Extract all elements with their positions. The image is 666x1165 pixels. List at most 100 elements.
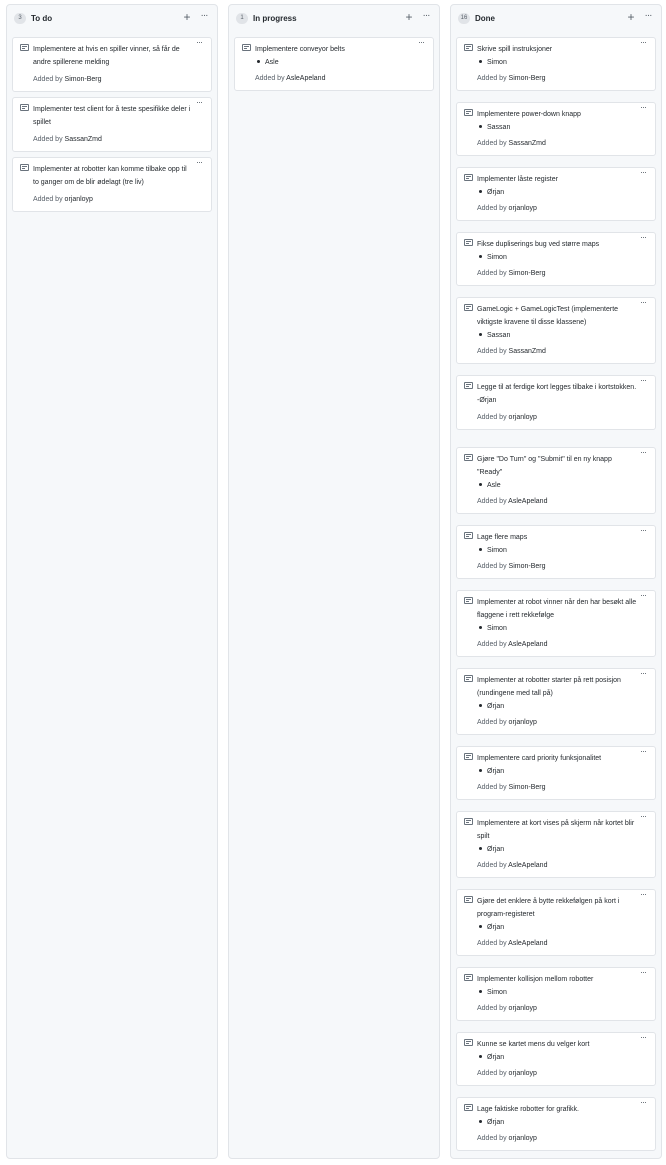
card[interactable]: ··· GameLogic + GameLogicTest (implemente… (456, 297, 656, 364)
card[interactable]: ··· Implementer at robotter kan komme til… (12, 157, 212, 212)
card-title[interactable]: Implementer låste register (477, 173, 637, 186)
added-by-label: Added by (255, 75, 285, 82)
card-title[interactable]: Implementere card priority funksjonalite… (477, 752, 637, 765)
added-by-user-link[interactable]: Simon-Berg (65, 76, 102, 83)
card-title[interactable]: Implementer at robotter kan komme tilbak… (33, 163, 193, 189)
more-horizontal-icon[interactable]: ··· (641, 10, 655, 24)
added-by-user-link[interactable]: SassanZmd (509, 140, 546, 147)
added-by-user-link[interactable]: orjanloyp (509, 205, 537, 212)
card[interactable]: ··· Implementere at kort vises på skjerm … (456, 811, 656, 878)
more-horizontal-icon[interactable]: ··· (414, 38, 428, 48)
more-horizontal-icon[interactable]: ··· (636, 298, 650, 308)
card-title[interactable]: Implementer test client for å teste spes… (33, 103, 193, 129)
card-title[interactable]: Implementere power-down knapp (477, 108, 637, 121)
added-by-user-link[interactable]: AsleApeland (508, 498, 547, 505)
card[interactable]: ··· Fikse dupliserings bug ved større map… (456, 232, 656, 286)
plus-icon[interactable]: + (625, 10, 637, 24)
more-horizontal-icon[interactable]: ··· (636, 591, 650, 601)
card[interactable]: ··· Lage flere maps Simon Added by Simon-Be… (456, 525, 656, 579)
added-by-label: Added by (477, 498, 507, 505)
card[interactable]: ··· Implementer at robotter starter på re… (456, 668, 656, 735)
added-by-user-link[interactable]: AsleApeland (508, 862, 547, 869)
plus-icon[interactable]: + (181, 10, 193, 24)
more-horizontal-icon[interactable]: ··· (636, 890, 650, 900)
card-title[interactable]: Implementer at robot vinner når den har … (477, 596, 637, 622)
added-by-user-link[interactable]: orjanloyp (65, 196, 93, 203)
more-horizontal-icon[interactable]: ··· (636, 448, 650, 458)
card-title[interactable]: Implementere conveyor belts (255, 43, 415, 56)
card[interactable]: ··· Implementere at hvis en spiller vinne… (12, 37, 212, 92)
card[interactable]: ··· Implementer test client for å teste s… (12, 97, 212, 152)
more-horizontal-icon[interactable]: ··· (636, 1098, 650, 1108)
added-by-label: Added by (33, 196, 63, 203)
added-by-user-link[interactable]: SassanZmd (509, 348, 546, 355)
card[interactable]: ··· Skrive spill instruksjoner Simon Added … (456, 37, 656, 91)
card-title[interactable]: Gjøre "Do Turn" og "Submit" til en ny kn… (477, 453, 637, 479)
card[interactable]: ··· Implementere conveyor belts Asle Added … (234, 37, 434, 91)
more-horizontal-icon[interactable]: ··· (636, 747, 650, 757)
card-added-by: Added by orjanloyp (477, 204, 537, 214)
added-by-user-link[interactable]: AsleApeland (286, 75, 325, 82)
card-assignee: Ørjan (477, 702, 504, 712)
card-added-by: Added by AsleApeland (477, 939, 547, 949)
added-by-user-link[interactable]: orjanloyp (509, 1005, 537, 1012)
note-icon (464, 1039, 473, 1046)
card-title[interactable]: GameLogic + GameLogicTest (implementerte… (477, 303, 637, 329)
card-title[interactable]: Skrive spill instruksjoner (477, 43, 637, 56)
card[interactable]: ··· Gjøre det enklere å bytte rekkefølgen… (456, 889, 656, 956)
plus-icon[interactable]: + (403, 10, 415, 24)
card[interactable]: ··· Legge til at ferdige kort legges tilb… (456, 375, 656, 430)
more-horizontal-icon[interactable]: ··· (636, 38, 650, 48)
added-by-user-link[interactable]: Simon-Berg (509, 270, 546, 277)
card-title[interactable]: Lage faktiske robotter for grafikk. (477, 1103, 637, 1116)
more-horizontal-icon[interactable]: ··· (192, 158, 206, 168)
added-by-user-link[interactable]: orjanloyp (509, 1070, 537, 1077)
card[interactable]: ··· Kunne se kartet mens du velger kort Ør… (456, 1032, 656, 1086)
added-by-user-link[interactable]: Simon-Berg (509, 563, 546, 570)
card-title[interactable]: Implementere at hvis en spiller vinner, … (33, 43, 193, 69)
card[interactable]: ··· Implementer låste register Ørjan Added … (456, 167, 656, 221)
card-title[interactable]: Implementer at robotter starter på rett … (477, 674, 637, 700)
more-horizontal-icon[interactable]: ··· (636, 376, 650, 386)
added-by-user-link[interactable]: AsleApeland (508, 641, 547, 648)
card-added-by: Added by orjanloyp (477, 1134, 537, 1144)
more-horizontal-icon[interactable]: ··· (192, 98, 206, 108)
added-by-user-link[interactable]: Simon-Berg (509, 784, 546, 791)
added-by-user-link[interactable]: SassanZmd (65, 136, 102, 143)
more-horizontal-icon[interactable]: ··· (636, 812, 650, 822)
added-by-user-link[interactable]: orjanloyp (509, 1135, 537, 1142)
card-title[interactable]: Legge til at ferdige kort legges tilbake… (477, 381, 637, 407)
card-title[interactable]: Gjøre det enklere å bytte rekkefølgen på… (477, 895, 637, 921)
more-horizontal-icon[interactable]: ··· (636, 526, 650, 536)
card-title[interactable]: Lage flere maps (477, 531, 637, 544)
more-horizontal-icon[interactable]: ··· (192, 38, 206, 48)
added-by-label: Added by (33, 76, 63, 83)
added-by-user-link[interactable]: orjanloyp (509, 414, 537, 421)
more-horizontal-icon[interactable]: ··· (419, 10, 433, 24)
card-added-by: Added by SassanZmd (477, 347, 546, 357)
more-horizontal-icon[interactable]: ··· (636, 1033, 650, 1043)
card[interactable]: ··· Lage faktiske robotter for grafikk. Ør… (456, 1097, 656, 1151)
card[interactable]: ··· Implementer kollisjon mellom robotter… (456, 967, 656, 1021)
card-assignee: Sassan (477, 331, 510, 341)
more-horizontal-icon[interactable]: ··· (636, 103, 650, 113)
more-horizontal-icon[interactable]: ··· (636, 233, 650, 243)
card[interactable]: ··· Implementere power-down knapp Sassan Ad… (456, 102, 656, 156)
more-horizontal-icon[interactable]: ··· (636, 669, 650, 679)
card-title[interactable]: Kunne se kartet mens du velger kort (477, 1038, 637, 1051)
card[interactable]: ··· Implementere card priority funksjonal… (456, 746, 656, 800)
more-horizontal-icon[interactable]: ··· (636, 168, 650, 178)
card[interactable]: ··· Implementer at robot vinner når den h… (456, 590, 656, 657)
added-by-user-link[interactable]: orjanloyp (509, 719, 537, 726)
more-horizontal-icon[interactable]: ··· (197, 10, 211, 24)
card-title[interactable]: Fikse dupliserings bug ved større maps (477, 238, 637, 251)
added-by-user-link[interactable]: Simon-Berg (509, 75, 546, 82)
card[interactable]: ··· Gjøre "Do Turn" og "Submit" til en ny… (456, 447, 656, 514)
more-horizontal-icon[interactable]: ··· (636, 968, 650, 978)
bullet-icon (479, 847, 482, 851)
card-assignee: Simon (477, 624, 507, 634)
card-title[interactable]: Implementere at kort vises på skjerm når… (477, 817, 637, 843)
assignee-name: Simon (487, 59, 507, 66)
card-title[interactable]: Implementer kollisjon mellom robotter (477, 973, 637, 986)
added-by-user-link[interactable]: AsleApeland (508, 940, 547, 947)
